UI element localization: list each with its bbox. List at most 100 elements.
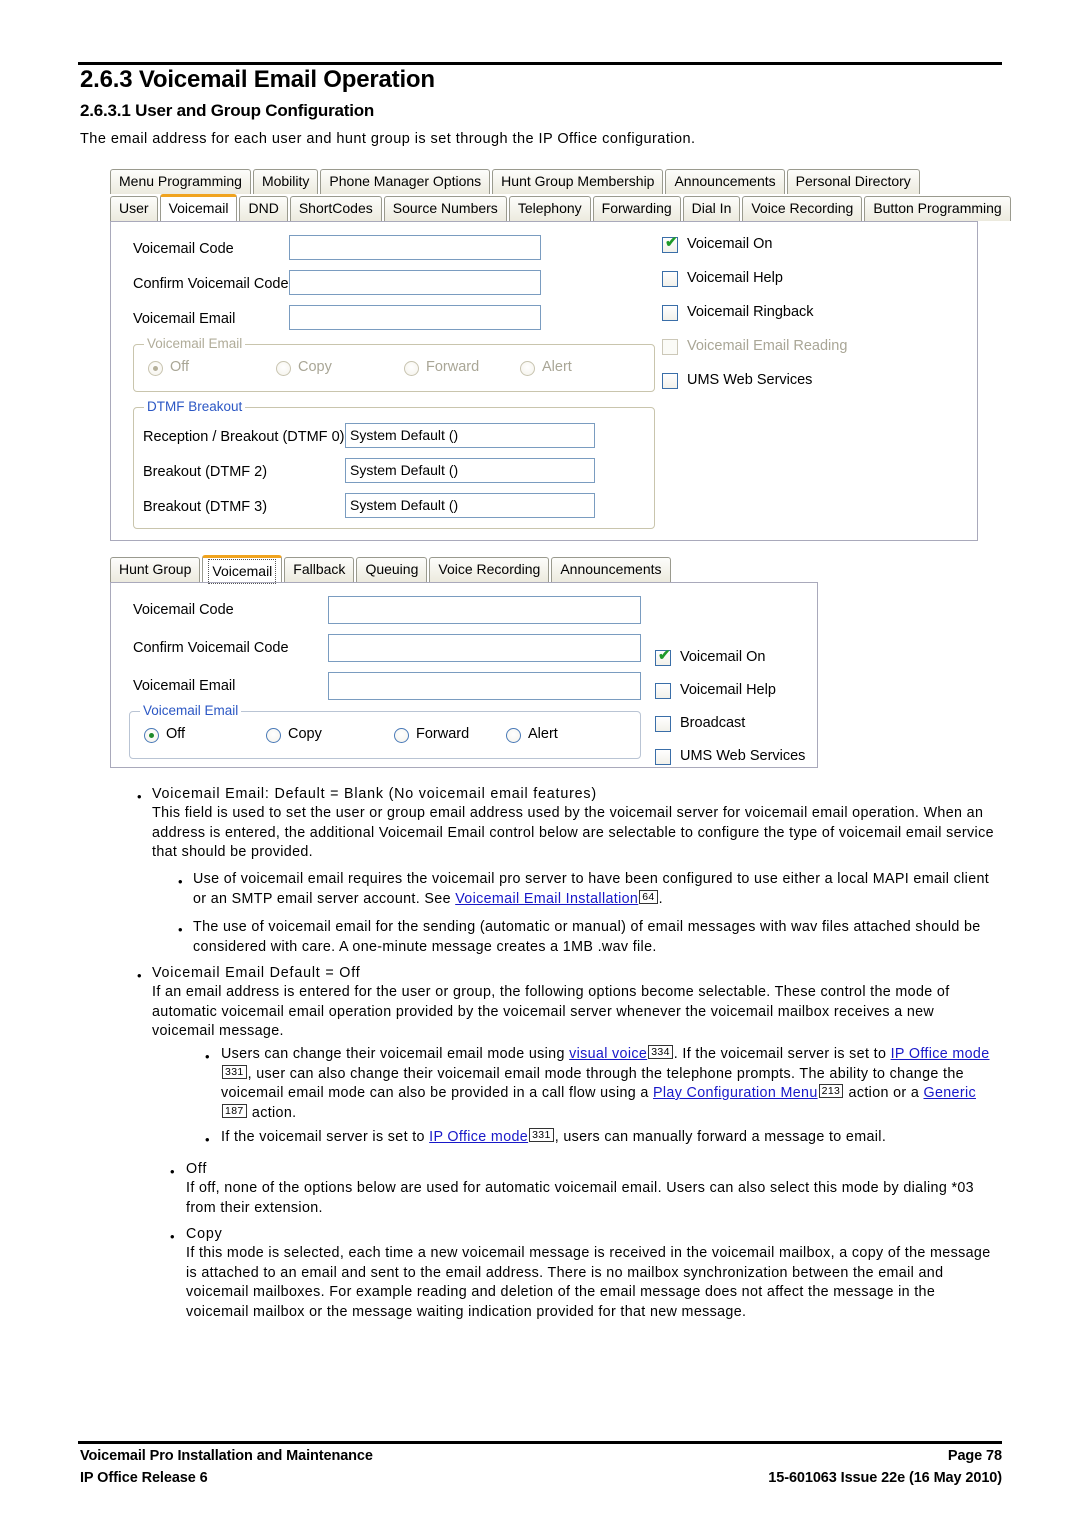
tab-forwarding[interactable]: Forwarding: [592, 196, 681, 221]
intro-paragraph: The email address for each user and hunt…: [80, 131, 696, 147]
tab-personal-directory[interactable]: Personal Directory: [786, 169, 920, 194]
radio-off[interactable]: [148, 361, 163, 376]
radio-label-copy: Copy: [288, 726, 322, 742]
tab-menu-programming[interactable]: Menu Programming: [110, 169, 251, 194]
input-group-voicemail-email[interactable]: [328, 672, 641, 700]
checkbox-voicemail-help[interactable]: ✔: [655, 683, 671, 699]
radio-label-alert: Alert: [542, 359, 572, 375]
radio-label-forward: Forward: [416, 726, 470, 742]
ip-office-mode-link-2[interactable]: IP Office mode: [429, 1129, 528, 1145]
tab-voice-recording[interactable]: Voice Recording: [742, 196, 863, 221]
off-mode-text: If off, none of the options below are us…: [186, 1180, 974, 1216]
mapi-smtp-text-post: .: [658, 890, 663, 907]
input-confirm-voicemail-code[interactable]: [289, 270, 541, 295]
radio-copy[interactable]: [266, 728, 281, 743]
tab-telephony[interactable]: Telephony: [508, 196, 591, 221]
tab-hunt-group[interactable]: Hunt Group: [110, 557, 201, 582]
tab-announcements[interactable]: Announcements: [665, 169, 785, 194]
visual-voice-text-p2: . If the voicemail server is set to: [673, 1046, 891, 1062]
radio-forward[interactable]: [404, 361, 419, 376]
input-group-voicemail-code[interactable]: [328, 596, 641, 624]
tab-queuing[interactable]: Queuing: [356, 557, 428, 582]
radio-off[interactable]: [144, 728, 159, 743]
footer-page-number: Page 78: [947, 1448, 1002, 1464]
visual-voice-link[interactable]: visual voice: [569, 1046, 647, 1062]
page-reference-64: 64: [639, 889, 658, 904]
input-group-confirm-voicemail-code[interactable]: [328, 634, 641, 662]
tab-mobility[interactable]: Mobility: [252, 169, 319, 194]
voicemail-email-installation-link[interactable]: Voicemail Email Installation: [455, 891, 638, 907]
tab-shortcodes[interactable]: ShortCodes: [289, 196, 382, 221]
voicemail-email-mode-text: If an email address is entered for the u…: [152, 984, 950, 1039]
tab-label: Announcements: [674, 173, 776, 189]
visual-voice-text-p1: Users can change their voicemail email m…: [221, 1046, 570, 1062]
visual-voice-text-p5: action.: [247, 1104, 297, 1121]
visual-voice-text-p4: action or a: [844, 1085, 924, 1101]
page-reference-213: 213: [818, 1084, 844, 1099]
input-voicemail-email[interactable]: [289, 305, 541, 330]
checkbox-broadcast[interactable]: ✔: [655, 716, 671, 732]
tab-voicemail[interactable]: Voicemail: [202, 555, 283, 584]
tab-dnd[interactable]: DND: [239, 196, 288, 221]
bullet-marker: •: [205, 1049, 210, 1064]
label-group-voicemail-email: Voicemail Email: [133, 678, 236, 694]
tab-label: Hunt Group Membership: [501, 173, 655, 189]
checkbox-voicemail-help[interactable]: ✔: [662, 271, 678, 287]
tab-label: Fallback: [293, 561, 346, 577]
group-voicemail-email-mode-group: Voicemail Email Off Copy Forward Alert: [129, 703, 641, 759]
tab-phone-manager-options[interactable]: Phone Manager Options: [320, 169, 491, 194]
user-dialog-tab-row-primary: Menu Programming Mobility Phone Manager Op…: [110, 168, 922, 194]
radio-label-off: Off: [166, 726, 186, 742]
input-dtmf-2[interactable]: System Default (): [345, 458, 595, 483]
tab-label: Mobility: [261, 173, 310, 189]
checkbox-voicemail-on[interactable]: ✔: [662, 235, 678, 253]
tab-label: Queuing: [365, 561, 419, 577]
input-voicemail-code[interactable]: [289, 235, 541, 260]
tab-label: Forwarding: [601, 200, 672, 216]
hunt-group-dialog-tab-row: Hunt Group Voicemail Fallback Queuing Voice …: [110, 555, 673, 584]
tab-fallback[interactable]: Fallback: [284, 557, 355, 582]
checkbox-ums-web-services[interactable]: ✔: [662, 373, 678, 389]
radio-alert[interactable]: [506, 728, 521, 743]
document-page: 2.6.3 Voicemail Email Operation 2.6.3.1 …: [0, 0, 1080, 1528]
bullet-marker: •: [178, 874, 183, 889]
checkbox-voicemail-on[interactable]: ✔: [655, 648, 671, 666]
tab-label: Voice Recording: [751, 200, 854, 216]
voicemail-email-group-title: Voicemail Email: [144, 336, 246, 351]
radio-label-alert: Alert: [528, 726, 558, 742]
radio-forward[interactable]: [394, 728, 409, 743]
tab-label: Voicemail: [168, 200, 229, 216]
checkbox-voicemail-ringback[interactable]: ✔: [662, 305, 678, 321]
label-group-confirm-voicemail-code: Confirm Voicemail Code: [133, 640, 289, 656]
input-dtmf-3[interactable]: System Default (): [345, 493, 595, 518]
tab-dial-in[interactable]: Dial In: [682, 196, 741, 221]
radio-label-forward: Forward: [426, 359, 480, 375]
tab-voicemail[interactable]: Voicemail: [159, 194, 238, 221]
play-configuration-menu-link[interactable]: Play Configuration Menu: [653, 1085, 818, 1101]
tab-announcements[interactable]: Announcements: [551, 557, 671, 582]
page-subtitle: 2.6.3.1 User and Group Configuration: [80, 101, 375, 120]
tab-user[interactable]: User: [110, 196, 158, 221]
tab-button-programming[interactable]: Button Programming: [864, 196, 1011, 221]
label-confirm-voicemail-code: Confirm Voicemail Code: [133, 276, 289, 292]
input-dtmf-0[interactable]: System Default (): [345, 423, 595, 448]
tab-source-numbers[interactable]: Source Numbers: [383, 196, 507, 221]
radio-label-off: Off: [170, 359, 190, 375]
tab-label: Hunt Group: [119, 561, 192, 577]
tab-hunt-group-membership[interactable]: Hunt Group Membership: [492, 169, 664, 194]
tab-label: Telephony: [517, 200, 582, 216]
checkbox-ums-web-services[interactable]: ✔: [655, 749, 671, 765]
radio-copy[interactable]: [276, 361, 291, 376]
manual-forward-text-p2: , users can manually forward a message t…: [554, 1129, 887, 1145]
page-reference-331-b: 331: [529, 1128, 554, 1143]
checkbox-label-ums-web-services: UMS Web Services: [687, 372, 813, 388]
ip-office-mode-link-1[interactable]: IP Office mode: [891, 1046, 990, 1062]
radio-alert[interactable]: [520, 361, 535, 376]
user-configuration-dialog: Menu Programming Mobility Phone Manager Op…: [110, 168, 1011, 543]
visual-voice-mode-text: Users can change their voicemail email m…: [221, 1045, 993, 1123]
user-dialog-panel: Voicemail Code Confirm Voicemail Code Vo…: [110, 221, 978, 541]
tab-label: Announcements: [560, 561, 662, 577]
voicemail-email-mode-group: Voicemail Email Off Copy Forward Alert: [133, 336, 655, 392]
tab-voice-recording[interactable]: Voice Recording: [429, 557, 550, 582]
generic-action-link[interactable]: Generic: [923, 1085, 976, 1101]
